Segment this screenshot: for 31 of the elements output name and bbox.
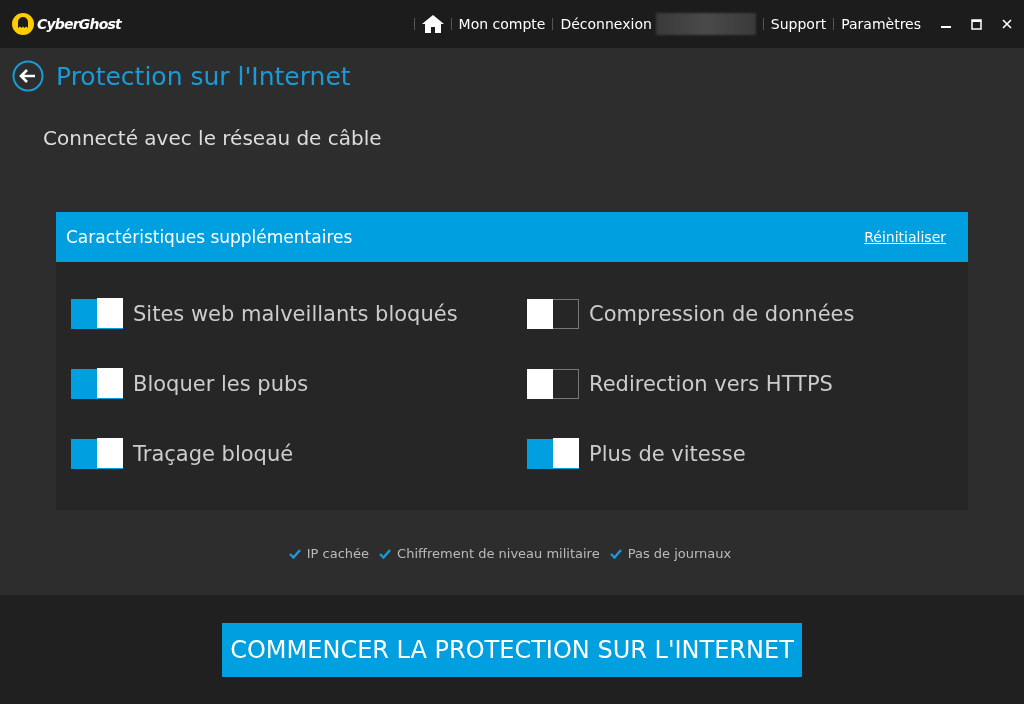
toggle-switch[interactable] [527, 439, 579, 469]
toggle-switch[interactable] [71, 369, 123, 399]
ghost-logo-icon [12, 13, 34, 35]
benefit-text: Pas de journaux [627, 546, 732, 561]
toggle-switch[interactable] [71, 439, 123, 469]
check-icon [609, 548, 622, 559]
panel-title: Caractéristiques supplémentaires [66, 227, 353, 247]
connection-status: Connecté avec le réseau de câble [43, 126, 383, 150]
feature-label: Plus de vitesse [589, 442, 746, 466]
home-icon[interactable] [421, 15, 444, 33]
nav-link[interactable]: Paramètres [841, 16, 921, 32]
maximize-icon[interactable] [971, 18, 982, 30]
feature-label: Sites web malveillants bloqués [133, 302, 458, 326]
toggle-switch[interactable] [71, 299, 123, 329]
close-icon[interactable] [1002, 19, 1012, 29]
check-icon [288, 548, 301, 559]
benefit-text: Chiffrement de niveau militaire [397, 546, 600, 561]
page-title: Protection sur l'Internet [56, 61, 351, 91]
nav-link[interactable]: Support [770, 16, 827, 32]
toggle-switch[interactable] [527, 369, 579, 399]
feature-label: Compression de données [589, 302, 855, 326]
nav-link[interactable]: Mon compte [458, 16, 546, 32]
feature-label: Bloquer les pubs [133, 372, 309, 396]
toggle-switch[interactable] [527, 299, 579, 329]
feature-label: Redirection vers HTTPS [589, 372, 833, 396]
nav-link[interactable]: Déconnexion [560, 16, 652, 32]
feature-label: Traçage bloqué [133, 442, 294, 466]
benefit-text: IP cachée [306, 546, 370, 561]
brand-name: CyberGhost [37, 16, 121, 32]
back-icon[interactable] [12, 60, 44, 92]
check-icon [379, 548, 392, 559]
